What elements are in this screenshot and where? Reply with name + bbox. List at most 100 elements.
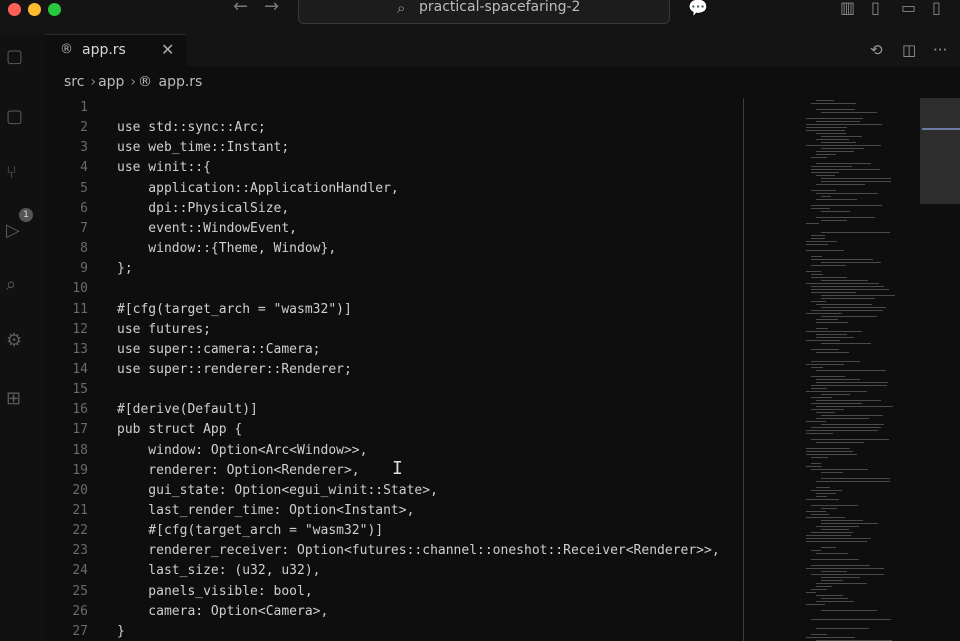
code-line[interactable]: 22 #[cfg(target_arch = "wasm32")] <box>44 521 744 541</box>
minimap-line <box>811 634 828 635</box>
minimap-line <box>816 352 850 353</box>
minimap-line <box>811 292 856 293</box>
minimap-line <box>811 469 868 470</box>
explorer-icon[interactable]: ▢ <box>6 46 28 68</box>
chevron-right-icon: › <box>90 74 97 90</box>
code-line[interactable]: 9}; <box>44 259 744 279</box>
code-line[interactable]: 27} <box>44 622 744 641</box>
code-line[interactable]: 6 dpi::PhysicalSize, <box>44 199 744 219</box>
layout-icon[interactable]: ▥ <box>840 0 855 17</box>
minimap-line <box>806 604 826 605</box>
code-text: last_render_time: Option<Instant>, <box>117 503 415 518</box>
minimap-line <box>811 103 857 104</box>
code-line[interactable]: 11 #[cfg(target_arch = "wasm32")] <box>44 300 744 320</box>
code-text: window::{Theme, Window}, <box>117 241 337 257</box>
code-line[interactable]: 26 camera: Option<Camera>, <box>44 602 744 622</box>
minimap-line <box>806 511 827 512</box>
close-icon[interactable]: ✕ <box>161 40 174 59</box>
scrollbar-thumb[interactable] <box>920 98 960 204</box>
minimize-window-button[interactable] <box>28 3 41 16</box>
minimap-line <box>806 535 851 536</box>
minimap-line <box>816 133 846 134</box>
chat-panel-icon[interactable]: ▢ <box>6 106 28 128</box>
minimap-line <box>811 286 885 287</box>
minimap-line <box>821 547 836 548</box>
code-line[interactable]: 2 use std::sync::Arc; <box>44 118 744 138</box>
code-line[interactable]: 13 use super::camera::Camera; <box>44 340 744 360</box>
minimap-line <box>821 529 849 530</box>
code-line[interactable]: 20 gui_state: Option<egui_winit::State>, <box>44 481 744 501</box>
minimap-line <box>806 637 856 638</box>
toggle-sidebar-icon[interactable]: ▯ <box>871 0 880 17</box>
minimap-line <box>816 526 859 527</box>
tab-app-rs[interactable]: ® app.rs ✕ <box>44 34 186 67</box>
minimap-line <box>811 550 821 551</box>
code-line[interactable]: 16 #[derive(Default)] <box>44 400 744 420</box>
minimap-line <box>806 433 834 434</box>
minimap-line <box>811 172 840 173</box>
minimap-line <box>821 610 877 611</box>
minimap-line <box>821 580 843 581</box>
line-number: 7 <box>80 220 88 236</box>
code-line[interactable]: 3 use web_time::Instant; <box>44 138 744 158</box>
code-text: } <box>117 623 125 639</box>
code-line[interactable]: 8 window::{Theme, Window}, <box>44 239 744 259</box>
extensions-icon[interactable]: ⊞ <box>6 388 28 410</box>
line-number: 25 <box>72 583 88 599</box>
toggle-secondary-sidebar-icon[interactable]: ▯ <box>932 0 941 17</box>
chat-icon[interactable]: 💬 <box>688 0 708 17</box>
arrow-left-icon[interactable]: ← <box>233 0 248 17</box>
code-line[interactable]: 17 pub struct App { <box>44 420 744 440</box>
minimap-line <box>811 367 824 368</box>
minimap-line <box>811 439 890 440</box>
code-line[interactable]: 4 use winit::{ <box>44 158 744 178</box>
code-line[interactable]: 7 event::WindowEvent, <box>44 219 744 239</box>
split-editor-icon[interactable]: ◫ <box>902 41 916 59</box>
code-text: use std::sync::Arc; <box>117 120 266 136</box>
code-line[interactable]: 5 application::ApplicationHandler, <box>44 179 744 199</box>
code-line[interactable]: 15 <box>44 380 744 400</box>
minimap-line <box>821 178 892 179</box>
minimap-line <box>816 322 849 323</box>
code-line[interactable]: 23 renderer_receiver: Option<futures::ch… <box>44 541 744 561</box>
tab-label: app.rs <box>82 42 126 58</box>
source-control-icon[interactable]: ⑂ <box>6 162 28 184</box>
search-panel-icon[interactable]: ⌕ <box>6 274 28 296</box>
breadcrumb-file[interactable]: app.rs <box>158 74 202 90</box>
minimap-line <box>821 262 882 263</box>
minimap-line <box>811 457 828 458</box>
minimap-line <box>816 199 857 200</box>
code-editor[interactable]: 12 use std::sync::Arc;3 use web_time::Inst… <box>44 98 744 641</box>
close-window-button[interactable] <box>8 3 21 16</box>
more-icon[interactable]: ··· <box>933 41 947 59</box>
maximize-window-button[interactable] <box>48 3 61 16</box>
code-line[interactable]: 12 use futures; <box>44 320 744 340</box>
code-line[interactable]: 21 last_render_time: Option<Instant>, <box>44 501 744 521</box>
code-line[interactable]: 24 last_size: (u32, u32), <box>44 561 744 581</box>
minimap-line <box>806 592 817 593</box>
line-number: 2 <box>80 120 88 136</box>
code-line[interactable]: 10 <box>44 279 744 299</box>
code-line[interactable]: 1 <box>44 98 744 118</box>
command-center-search[interactable]: ⌕ practical-spacefaring-2 <box>298 0 670 24</box>
breadcrumb: src › app › ® app.rs <box>64 74 204 96</box>
minimap[interactable] <box>806 98 918 641</box>
breadcrumb-app[interactable]: app <box>98 74 124 90</box>
remote-icon[interactable]: ⚙ <box>6 330 28 352</box>
minimap-line <box>811 235 825 236</box>
minimap-line <box>816 406 894 407</box>
run-debug-icon[interactable]: ▷ <box>6 220 28 242</box>
code-line[interactable]: 25 panels_visible: bool, <box>44 582 744 602</box>
toggle-panel-icon[interactable]: ▭ <box>901 0 916 17</box>
minimap-line <box>821 478 891 479</box>
line-number: 18 <box>72 442 88 458</box>
code-line[interactable]: 14 use super::renderer::Renderer; <box>44 360 744 380</box>
minimap-line <box>816 496 827 497</box>
column-guide <box>743 98 744 641</box>
breadcrumb-src[interactable]: src <box>64 74 84 90</box>
arrow-right-icon[interactable]: → <box>264 0 279 17</box>
minimap-line <box>811 361 860 362</box>
minimap-line <box>821 298 876 299</box>
history-icon[interactable]: ⟲ <box>870 41 883 59</box>
line-number: 19 <box>72 462 88 478</box>
